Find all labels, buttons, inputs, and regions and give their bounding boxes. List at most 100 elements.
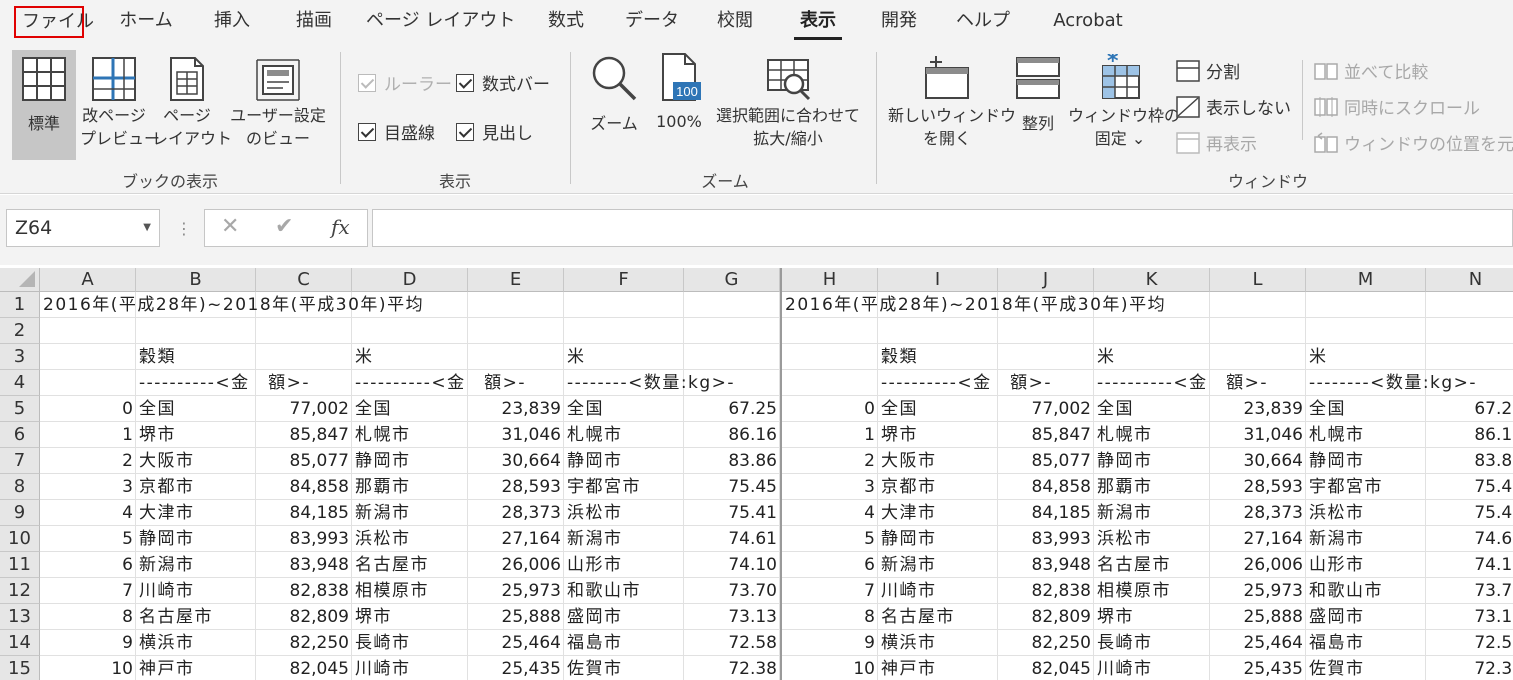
cell-value[interactable]: 26,006	[1210, 552, 1306, 578]
cell[interactable]	[468, 292, 564, 318]
row-header-10[interactable]: 10	[0, 526, 40, 552]
cell-value[interactable]: 83,993	[998, 526, 1094, 552]
chevron-down-icon[interactable]: ▼	[143, 210, 151, 246]
cell[interactable]	[684, 318, 780, 344]
cell-value[interactable]: 新潟市	[136, 552, 256, 578]
cell-value[interactable]: 75.41	[1426, 500, 1513, 526]
row-header-11[interactable]: 11	[0, 552, 40, 578]
cell-value[interactable]: 10	[782, 656, 878, 680]
cell-value[interactable]: 83,948	[998, 552, 1094, 578]
cell-value[interactable]: 1	[782, 422, 878, 448]
cell-value[interactable]: 6	[782, 552, 878, 578]
column-header-H[interactable]: H	[782, 268, 878, 292]
cell-value[interactable]: 全国	[1306, 396, 1426, 422]
tab-4[interactable]: ページ レイアウト	[366, 0, 515, 42]
more-options-icon[interactable]: ⋮	[176, 219, 192, 238]
cell-value[interactable]: 75.45	[1426, 474, 1513, 500]
normal-view-button[interactable]: 標準	[12, 50, 76, 160]
column-header-M[interactable]: M	[1306, 268, 1426, 292]
cell-value[interactable]: 新潟市	[1094, 500, 1210, 526]
cell-value[interactable]: 名古屋市	[136, 604, 256, 630]
cell-value[interactable]: 横浜市	[136, 630, 256, 656]
cell-value[interactable]: 9	[782, 630, 878, 656]
row-header-7[interactable]: 7	[0, 448, 40, 474]
cell-value[interactable]: 浜松市	[352, 526, 468, 552]
cell-value[interactable]: 2	[782, 448, 878, 474]
cell-value[interactable]: 25,435	[1210, 656, 1306, 680]
cell-value[interactable]: 米	[352, 344, 468, 370]
cell[interactable]	[256, 318, 352, 344]
cell-value[interactable]: 73.70	[684, 578, 780, 604]
cell-value[interactable]: 宇都宮市	[1306, 474, 1426, 500]
tab-2[interactable]: 挿入	[206, 0, 258, 42]
cell-value[interactable]: 77,002	[256, 396, 352, 422]
cell-value[interactable]: 宇都宮市	[564, 474, 684, 500]
cell-value[interactable]: 86.16	[1426, 422, 1513, 448]
cell-value[interactable]: 0	[40, 396, 136, 422]
row-header-13[interactable]: 13	[0, 604, 40, 630]
cell-value[interactable]: 30,664	[1210, 448, 1306, 474]
cell-value[interactable]: 福島市	[564, 630, 684, 656]
headings-checkbox[interactable]: 見出し	[456, 119, 533, 144]
cell-value[interactable]: 大阪市	[136, 448, 256, 474]
cell-value[interactable]: 堺市	[878, 422, 998, 448]
cell-value[interactable]: 全国	[1094, 396, 1210, 422]
freeze-panes-button[interactable]: * ウィンドウ枠の 固定 ⌄	[1068, 50, 1180, 160]
cell-value[interactable]: 穀類	[878, 344, 998, 370]
cell[interactable]	[564, 292, 684, 318]
cell-value[interactable]: 25,888	[1210, 604, 1306, 630]
tab-11[interactable]: Acrobat	[1042, 0, 1134, 42]
formula-bar-checkbox[interactable]: 数式バー	[456, 70, 550, 95]
cell-value[interactable]: 85,847	[998, 422, 1094, 448]
cell[interactable]	[998, 344, 1094, 370]
cell-value[interactable]: 2	[40, 448, 136, 474]
cell[interactable]	[1306, 318, 1426, 344]
insert-function-icon[interactable]: fx	[331, 215, 350, 239]
cell-value[interactable]: 10	[40, 656, 136, 680]
cell-value[interactable]: 長崎市	[1094, 630, 1210, 656]
column-header-D[interactable]: D	[352, 268, 468, 292]
cell[interactable]	[136, 318, 256, 344]
cell-value[interactable]: 静岡市	[1094, 448, 1210, 474]
cell-value[interactable]: 82,250	[256, 630, 352, 656]
cell-value[interactable]: 74.10	[1426, 552, 1513, 578]
cell-value[interactable]: 84,185	[998, 500, 1094, 526]
zoom-100-button[interactable]: 100 100%	[650, 50, 708, 160]
cell-value[interactable]: 名古屋市	[1094, 552, 1210, 578]
cell-value[interactable]: ----------<金 額>-	[878, 370, 1094, 396]
cell-value[interactable]: 米	[1094, 344, 1210, 370]
row-header-8[interactable]: 8	[0, 474, 40, 500]
arrange-all-button[interactable]: 整列	[1010, 50, 1066, 160]
cell[interactable]	[684, 344, 780, 370]
cell-value[interactable]: 堺市	[352, 604, 468, 630]
cell-value[interactable]: 横浜市	[878, 630, 998, 656]
cell[interactable]	[684, 292, 780, 318]
cell[interactable]	[1210, 344, 1306, 370]
cell-value[interactable]: 74.10	[684, 552, 780, 578]
row-header-4[interactable]: 4	[0, 370, 40, 396]
row-header-6[interactable]: 6	[0, 422, 40, 448]
cell-value[interactable]: 30,664	[468, 448, 564, 474]
cell-value[interactable]: 85,077	[998, 448, 1094, 474]
view-side-by-side-button[interactable]: 並べて比較	[1314, 58, 1428, 83]
cell-value[interactable]: 5	[782, 526, 878, 552]
cell-value[interactable]: 福島市	[1306, 630, 1426, 656]
cell-value[interactable]: 大阪市	[878, 448, 998, 474]
cell-value[interactable]: 静岡市	[136, 526, 256, 552]
cell-value[interactable]: 25,973	[468, 578, 564, 604]
cell-value[interactable]: 84,858	[998, 474, 1094, 500]
cell-value[interactable]: 神戸市	[878, 656, 998, 680]
cell-value[interactable]: 82,045	[256, 656, 352, 680]
cell[interactable]	[1426, 344, 1513, 370]
row-header-2[interactable]: 2	[0, 318, 40, 344]
cell-value[interactable]: 米	[1306, 344, 1426, 370]
column-header-G[interactable]: G	[684, 268, 780, 292]
cell[interactable]	[998, 318, 1094, 344]
cell-value[interactable]: ----------<金 額>-	[1094, 370, 1306, 396]
cell-value[interactable]: 穀類	[136, 344, 256, 370]
cell-value[interactable]: ----------<金 額>-	[136, 370, 352, 396]
cell-value[interactable]: 83.86	[1426, 448, 1513, 474]
cell-value[interactable]: 83.86	[684, 448, 780, 474]
cell-value[interactable]: 川崎市	[352, 656, 468, 680]
cell-value[interactable]: 6	[40, 552, 136, 578]
